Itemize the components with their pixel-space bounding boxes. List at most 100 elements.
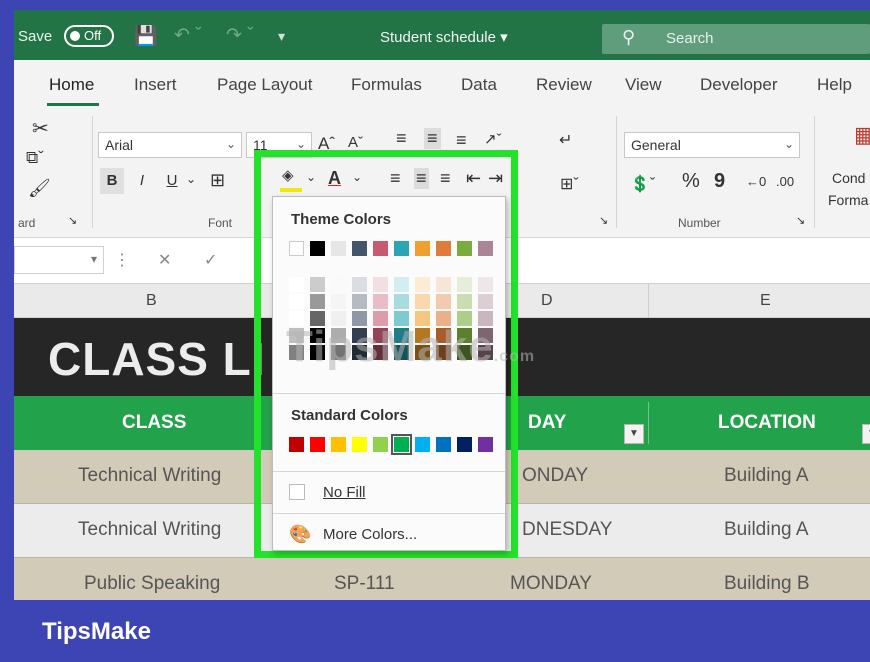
align-middle-icon[interactable]: ≡ [424,128,441,149]
standard-color-swatch[interactable] [310,437,325,452]
enter-icon[interactable]: ✓ [204,250,217,270]
column-header-e[interactable]: E [760,292,771,310]
cell-location[interactable]: Building A [724,465,809,487]
cancel-icon[interactable]: ✕ [158,250,171,270]
document-title[interactable]: Student schedule ▾ [380,28,508,46]
conditional-formatting-icon[interactable]: ▦ [854,122,870,148]
cell-class[interactable]: Technical Writing [78,519,221,541]
theme-color-swatch[interactable] [310,241,325,256]
theme-shade-swatch[interactable] [352,277,367,292]
font-name-field[interactable]: Arial ⌄ [98,132,242,158]
theme-shade-swatch[interactable] [331,277,346,292]
cell-class[interactable]: Public Speaking [84,573,220,595]
tab-home[interactable]: Home [49,75,94,95]
theme-shade-swatch[interactable] [373,294,388,309]
standard-color-swatch[interactable] [457,437,472,452]
standard-color-swatch[interactable] [352,437,367,452]
theme-shade-swatch[interactable] [457,277,472,292]
cell-location[interactable]: Building A [724,519,809,541]
more-colors-item[interactable]: 🎨 More Colors... [273,515,505,553]
theme-shade-swatch[interactable] [457,294,472,309]
header-location[interactable]: LOCATION [718,412,816,434]
column-header-d[interactable]: D [541,292,553,310]
decrease-decimal-icon[interactable]: .00 [776,174,794,189]
theme-shade-swatch[interactable] [373,277,388,292]
fill-color-icon[interactable]: ◈ [282,166,294,184]
theme-color-swatch[interactable] [457,241,472,256]
standard-color-swatch[interactable] [415,437,430,452]
theme-color-swatch[interactable] [394,241,409,256]
cell-class[interactable]: Technical Writing [78,465,221,487]
comma-style-button[interactable]: 9 [714,170,725,193]
font-color-icon[interactable]: A [328,168,341,189]
theme-color-swatch[interactable] [373,241,388,256]
tab-review[interactable]: Review [536,75,592,95]
increase-indent-icon[interactable]: ⇥ [488,168,503,189]
theme-shade-swatch[interactable] [415,294,430,309]
fill-color-dropdown-icon[interactable]: ⌄ [306,170,316,184]
increase-decimal-icon[interactable]: ←0 [746,174,766,189]
standard-color-swatch[interactable] [331,437,346,452]
wrap-text-icon[interactable]: ↵ [559,130,572,150]
standard-color-swatch[interactable] [478,437,493,452]
bold-button[interactable]: B [100,168,124,194]
align-center-icon[interactable]: ≡ [414,168,429,189]
quick-access-menu-icon[interactable]: ▾ [278,28,285,45]
save-icon[interactable]: 💾 [134,24,158,48]
theme-shade-swatch[interactable] [436,294,451,309]
standard-color-swatch[interactable] [373,437,388,452]
tab-formulas[interactable]: Formulas [351,75,422,95]
cell-day[interactable]: ONDAY [522,465,588,487]
no-fill-item[interactable]: No Fill [273,473,505,511]
chevron-down-icon[interactable]: ⌄ [186,172,196,186]
format-painter-icon[interactable]: 🖌 [28,178,51,199]
header-class[interactable]: CLASS [122,412,186,434]
font-color-dropdown-icon[interactable]: ⌄ [352,170,362,184]
theme-shade-swatch[interactable] [436,277,451,292]
cell-location[interactable]: Building B [724,573,810,595]
standard-color-swatch[interactable] [436,437,451,452]
align-top-icon[interactable]: ≡ [396,128,407,149]
theme-shade-swatch[interactable] [289,294,304,309]
number-launcher-icon[interactable]: ↘ [796,214,805,227]
standard-color-swatch[interactable] [391,434,412,455]
conditional-formatting-label[interactable]: Cond [832,170,865,186]
theme-shade-swatch[interactable] [310,294,325,309]
tab-view[interactable]: View [625,75,662,95]
name-box[interactable]: ▾ [14,246,104,274]
theme-shade-swatch[interactable] [394,294,409,309]
theme-shade-swatch[interactable] [394,277,409,292]
number-format-field[interactable]: General ⌄ [624,132,800,158]
clipboard-launcher-icon[interactable]: ↘ [68,214,77,227]
filter-dropdown-icon[interactable]: ▼ [862,424,870,444]
align-bottom-icon[interactable]: ≡ [456,130,467,151]
tab-insert[interactable]: Insert [134,75,177,95]
tab-help[interactable]: Help [817,75,852,95]
italic-button[interactable]: I [130,168,154,194]
underline-button[interactable]: U [160,168,184,194]
cell-day[interactable]: DNESDAY [522,519,612,541]
column-header-b[interactable]: B [146,292,157,310]
cut-icon[interactable]: ✂ [32,116,49,141]
theme-shade-swatch[interactable] [478,294,493,309]
theme-color-swatch[interactable] [289,241,304,256]
theme-shade-swatch[interactable] [310,277,325,292]
tab-data[interactable]: Data [461,75,497,95]
accounting-format-icon[interactable]: 💲ˇ [630,174,655,194]
filter-dropdown-icon[interactable]: ▼ [624,424,644,444]
orientation-icon[interactable]: ↗ˇ [484,130,502,148]
theme-color-swatch[interactable] [415,241,430,256]
percent-style-button[interactable]: % [682,170,700,193]
theme-shade-swatch[interactable] [289,277,304,292]
decrease-font-icon[interactable]: Aˇ [348,134,363,151]
redo-icon[interactable]: ↷ ˇ [226,24,254,47]
theme-shade-swatch[interactable] [331,294,346,309]
cell-day[interactable]: MONDAY [510,573,592,595]
theme-shade-swatch[interactable] [352,294,367,309]
align-right-icon[interactable]: ≡ [440,168,451,189]
theme-color-swatch[interactable] [478,241,493,256]
cell-code[interactable]: SP-111 [334,573,395,595]
conditional-formatting-label-2[interactable]: Forma [828,192,868,208]
tab-developer[interactable]: Developer [700,75,778,95]
tab-page-layout[interactable]: Page Layout [217,75,312,95]
